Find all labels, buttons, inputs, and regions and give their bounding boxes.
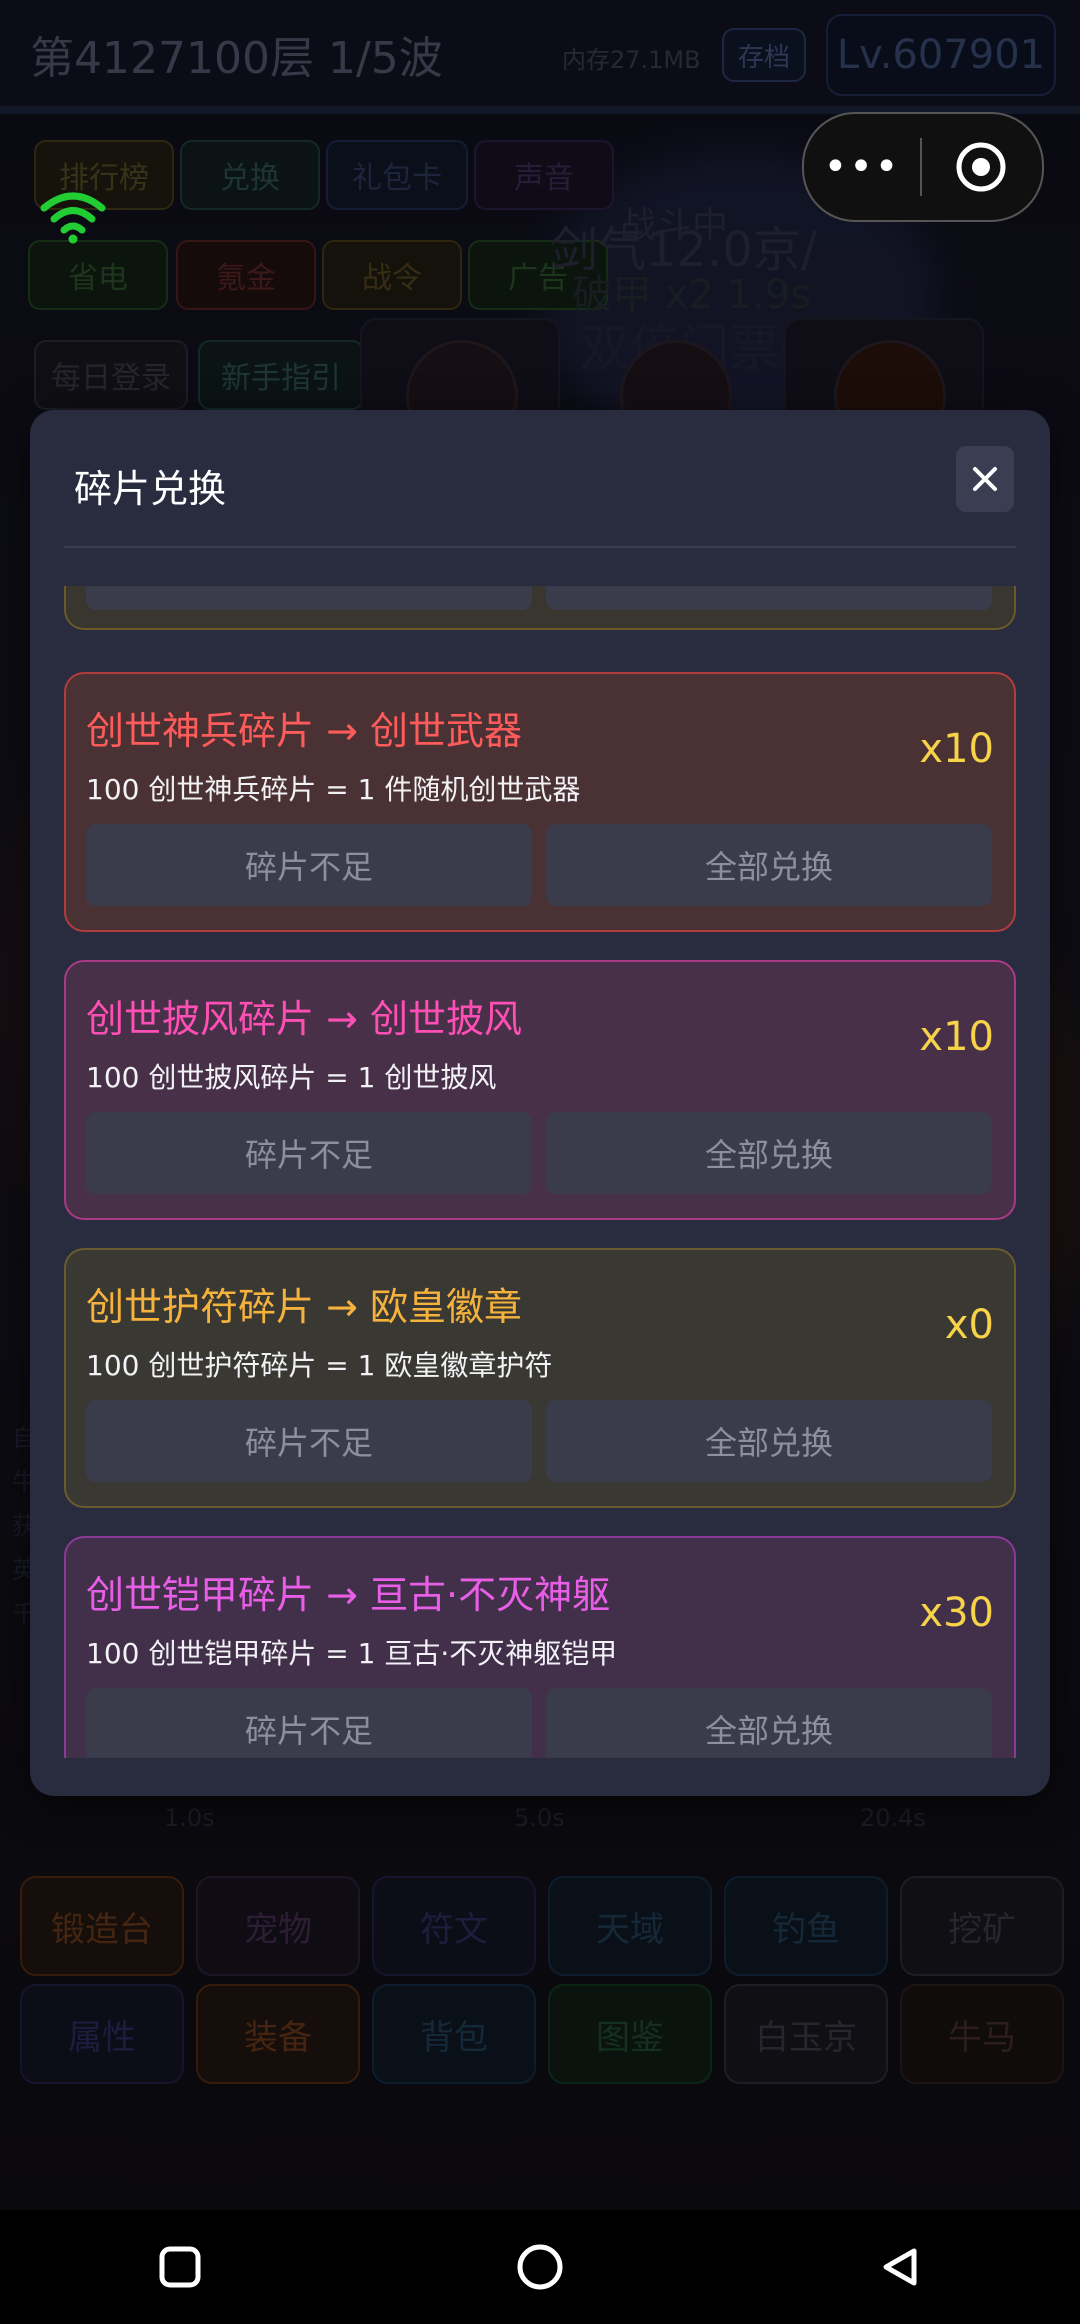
insufficient-fragments-button[interactable]: 碎片不足 (86, 1112, 532, 1194)
card-title: 创世神兵碎片 → 创世武器 (86, 709, 522, 753)
exchange-all-button[interactable]: 全部兑换 (546, 824, 992, 906)
card-description: 100 创世护符碎片 = 1 欧皇徽章护符 (86, 1349, 553, 1382)
dialog-divider (64, 546, 1016, 548)
exchange-all-button[interactable]: 全部兑换 (546, 1688, 992, 1758)
exchange-card-cloak: 创世披风碎片 → 创世披风 100 创世披风碎片 = 1 创世披风 x10 碎片… (64, 960, 1016, 1220)
recent-apps-icon[interactable] (140, 2227, 220, 2307)
card-title: 创世护符碎片 → 欧皇徽章 (86, 1285, 522, 1329)
fragment-count: x10 (919, 1014, 994, 1060)
exchange-card-partial: 碎片不足 全部兑换 (64, 586, 1016, 630)
card-title: 创世铠甲碎片 → 亘古·不灭神躯 (86, 1573, 611, 1617)
card-title: 创世披风碎片 → 创世披风 (86, 997, 522, 1041)
exchange-list[interactable]: 碎片不足 全部兑换 创世神兵碎片 → 创世武器 100 创世神兵碎片 = 1 件… (30, 586, 1050, 1758)
back-icon[interactable] (860, 2227, 940, 2307)
close-miniprogram-icon[interactable] (922, 141, 1040, 193)
insufficient-fragments-button[interactable]: 碎片不足 (86, 824, 532, 906)
exchange-card-armor: 创世铠甲碎片 → 亘古·不灭神躯 100 创世铠甲碎片 = 1 亘古·不灭神躯铠… (64, 1536, 1016, 1758)
dialog-title: 碎片兑换 (74, 467, 227, 511)
card-description: 100 创世披风碎片 = 1 创世披风 (86, 1061, 497, 1094)
insufficient-fragments-button[interactable]: 碎片不足 (86, 1688, 532, 1758)
close-icon (973, 467, 997, 491)
exchange-all-button[interactable]: 全部兑换 (546, 586, 992, 610)
wifi-icon (38, 188, 108, 244)
exchange-all-button[interactable]: 全部兑换 (546, 1112, 992, 1194)
close-button[interactable] (956, 446, 1014, 512)
exchange-card-amulet: 创世护符碎片 → 欧皇徽章 100 创世护符碎片 = 1 欧皇徽章护符 x0 碎… (64, 1248, 1016, 1508)
miniprogram-capsule: ••• (802, 112, 1044, 222)
exchange-all-button[interactable]: 全部兑换 (546, 1400, 992, 1482)
fragment-count: x10 (919, 726, 994, 772)
card-description: 100 创世铠甲碎片 = 1 亘古·不灭神躯铠甲 (86, 1637, 618, 1670)
card-description: 100 创世神兵碎片 = 1 件随机创世武器 (86, 773, 581, 806)
insufficient-fragments-button[interactable]: 碎片不足 (86, 1400, 532, 1482)
fragment-count: x30 (919, 1590, 994, 1636)
more-options-icon[interactable]: ••• (804, 144, 920, 190)
home-icon[interactable] (500, 2227, 580, 2307)
fragment-count: x0 (944, 1302, 994, 1348)
exchange-card-weapon: 创世神兵碎片 → 创世武器 100 创世神兵碎片 = 1 件随机创世武器 x10… (64, 672, 1016, 932)
insufficient-fragments-button[interactable]: 碎片不足 (86, 586, 532, 610)
system-navigation-bar (0, 2210, 1080, 2324)
fragment-exchange-dialog: 碎片兑换 碎片不足 全部兑换 创世神兵碎片 → 创世武器 100 创世神兵碎片 … (30, 410, 1050, 1796)
